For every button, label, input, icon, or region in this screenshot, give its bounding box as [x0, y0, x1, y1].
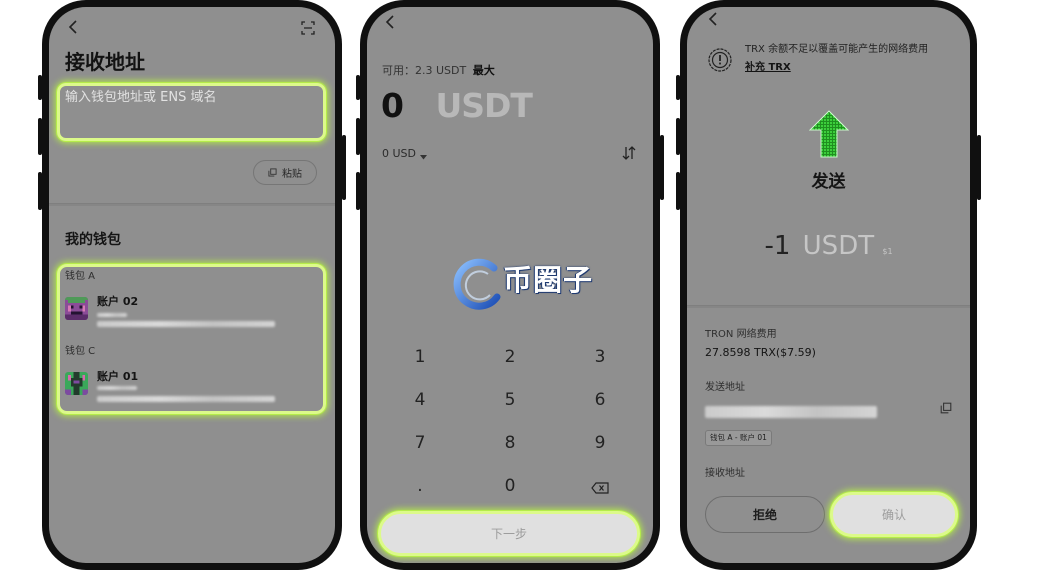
wallet-group-label: 钱包 A	[65, 271, 96, 282]
account-name: 账户 01	[97, 370, 139, 383]
enter-amount-screen: 可用：2.3 USDT 最大 0 USDT 0 USD 币圈子 1 2 3 4 …	[367, 7, 653, 563]
amount-currency: USDT	[802, 231, 875, 261]
arrow-up-icon	[808, 110, 850, 158]
blurred-address	[97, 313, 127, 317]
sender-address-label: 发送地址	[705, 382, 745, 393]
recipient-address-label: 接收地址	[705, 468, 745, 479]
key-6[interactable]: 6	[555, 379, 645, 422]
blurred-address	[97, 396, 275, 402]
key-4[interactable]: 4	[375, 379, 465, 422]
volume-button	[38, 75, 42, 100]
volume-button	[356, 118, 360, 155]
address-input-box[interactable]	[57, 83, 326, 141]
volume-button	[676, 172, 680, 210]
power-button	[660, 135, 664, 200]
amount-currency: USDT	[435, 86, 532, 125]
key-0[interactable]: 0	[465, 465, 555, 508]
back-icon[interactable]	[384, 14, 396, 30]
key-3[interactable]: 3	[555, 336, 645, 379]
sender-wallet-badge: 钱包 A - 账户 01	[705, 430, 772, 446]
amount-value: 0	[381, 86, 404, 125]
available-balance: 可用：2.3 USDT 最大	[382, 65, 495, 76]
my-wallets-list: 钱包 A 账户 02 钱包 C 账户 01	[57, 264, 326, 414]
warning-icon	[708, 48, 732, 72]
key-7[interactable]: 7	[375, 422, 465, 465]
top-up-trx-link[interactable]: 补充 TRX	[745, 63, 791, 73]
avatar	[65, 372, 88, 395]
back-icon[interactable]	[707, 11, 719, 27]
key-5[interactable]: 5	[465, 379, 555, 422]
send-amount: -1 USDT $1	[687, 233, 970, 259]
key-backspace[interactable]	[555, 465, 645, 508]
paste-label: 粘贴	[282, 169, 302, 180]
paste-button[interactable]: 粘贴	[253, 160, 317, 185]
chevron-down-icon	[420, 151, 427, 160]
volume-button	[356, 75, 360, 100]
fiat-value: 0 USD	[382, 147, 416, 160]
blurred-address	[97, 321, 275, 327]
confirm-button[interactable]: 确认	[830, 492, 958, 537]
key-1[interactable]: 1	[375, 336, 465, 379]
back-icon[interactable]	[67, 19, 79, 35]
page-title: 接收地址	[65, 50, 145, 74]
phone-receive-address: 接收地址 粘贴 我的钱包 钱包 A	[38, 0, 346, 570]
max-button[interactable]: 最大	[473, 64, 495, 77]
backspace-icon	[591, 481, 609, 494]
swap-icon[interactable]	[622, 145, 636, 161]
phone-confirm-send: TRX 余额不足以覆盖可能产生的网络费用 补充 TRX 发送 -1 USDT $…	[676, 0, 981, 570]
account-name: 账户 02	[97, 295, 139, 308]
blurred-address	[705, 406, 877, 418]
wallet-group-label: 钱包 C	[65, 346, 96, 357]
key-8[interactable]: 8	[465, 422, 555, 465]
section-divider	[687, 305, 970, 308]
volume-button	[38, 172, 42, 210]
network-fee-value: 27.8598 TRX($7.59)	[705, 346, 816, 359]
avatar	[65, 297, 88, 320]
power-button	[977, 135, 981, 200]
amount-display[interactable]: 0 USDT	[381, 86, 533, 125]
section-divider	[49, 203, 335, 206]
key-9[interactable]: 9	[555, 422, 645, 465]
watermark-logo-icon	[450, 257, 506, 313]
network-fee-label: TRON 网络费用	[705, 329, 777, 340]
volume-button	[676, 118, 680, 155]
phone-enter-amount: 可用：2.3 USDT 最大 0 USDT 0 USD 币圈子 1 2 3 4 …	[356, 0, 664, 570]
available-label: 可用：2.3 USDT	[382, 64, 467, 77]
amount-value: -1	[764, 231, 791, 261]
address-input[interactable]	[60, 86, 323, 138]
blurred-address	[97, 386, 137, 390]
fiat-selector[interactable]: 0 USD	[382, 147, 427, 160]
numeric-keypad: 1 2 3 4 5 6 7 8 9 . 0	[375, 336, 645, 508]
wallet-account-item[interactable]: 账户 01	[60, 368, 323, 408]
receive-address-screen: 接收地址 粘贴 我的钱包 钱包 A	[49, 7, 335, 563]
key-2[interactable]: 2	[465, 336, 555, 379]
amount-fiat: $1	[882, 247, 893, 256]
key-decimal[interactable]: .	[375, 465, 465, 508]
power-button	[342, 135, 346, 200]
wallet-account-item[interactable]: 账户 02	[60, 293, 323, 333]
copy-icon	[268, 168, 277, 177]
action-label: 发送	[811, 172, 846, 192]
reject-button[interactable]: 拒绝	[705, 496, 825, 533]
warning-text: TRX 余额不足以覆盖可能产生的网络费用	[745, 44, 929, 55]
next-button[interactable]: 下一步	[378, 511, 640, 556]
volume-button	[356, 172, 360, 210]
copy-icon[interactable]	[940, 399, 952, 414]
my-wallets-title: 我的钱包	[65, 232, 121, 248]
volume-button	[38, 118, 42, 155]
watermark-text: 币圈子	[503, 263, 594, 297]
confirm-send-screen: TRX 余额不足以覆盖可能产生的网络费用 补充 TRX 发送 -1 USDT $…	[687, 7, 970, 563]
scan-icon[interactable]	[301, 20, 315, 35]
volume-button	[676, 75, 680, 100]
